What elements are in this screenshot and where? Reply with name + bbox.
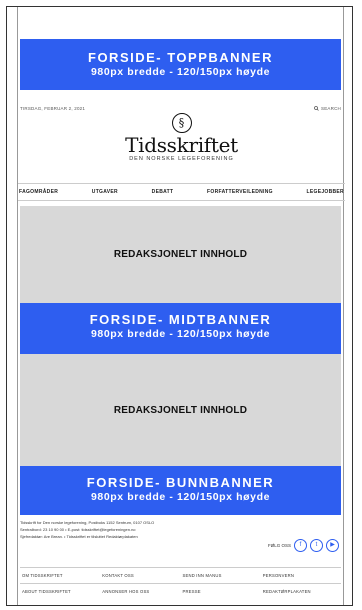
- footer-link-personvern[interactable]: PERSONVERN: [260, 567, 341, 583]
- footer-info-line: Sentralbord: 23 10 90 00 • E-post: tidss…: [20, 527, 136, 532]
- footer-link-about-tidsskriftet[interactable]: ABOUT TIDSSKRIFTET: [20, 583, 101, 599]
- header-date: TIRSDAG, FEBRUAR 2, 2021: [20, 106, 86, 111]
- page-layout: FORSIDE- TOPPBANNER 980px bredde - 120/1…: [17, 7, 345, 605]
- editorial-content-block: REDAKSJONELT INNHOLD: [20, 354, 341, 466]
- footer-info: Tidsskrift for Den norske legeforening, …: [20, 519, 240, 540]
- footer-link-annonser[interactable]: ANNONSER HOS OSS: [100, 583, 181, 599]
- nav-item-debatt[interactable]: DEBATT: [152, 189, 174, 195]
- middle-banner-size: 980px bredde - 120/150px høyde: [90, 328, 271, 340]
- search-label: SEARCH: [321, 106, 341, 111]
- editorial-content-label: REDAKSJONELT INNHOLD: [113, 249, 248, 260]
- page-frame: FORSIDE- TOPPBANNER 980px bredde - 120/1…: [6, 6, 353, 606]
- nav-item-forfatterveiledning[interactable]: FORFATTERVEILEDNING: [207, 189, 273, 195]
- nav-item-legejobber[interactable]: LEGEJOBBER: [307, 189, 344, 195]
- main-nav: FAGOMRÅDER UTGAVER DEBATT FORFATTERVEILE…: [18, 183, 345, 201]
- follow-us: FØLG OSS f t ▶: [268, 539, 339, 552]
- footer-link-kontakt-oss[interactable]: KONTAKT OSS: [100, 567, 181, 583]
- bottom-banner[interactable]: FORSIDE- BUNNBANNER 980px bredde - 120/1…: [20, 466, 341, 515]
- footer-link-presse[interactable]: PRESSE: [180, 583, 261, 599]
- footer-link-redaktorplakaten[interactable]: REDAKTØRPLAKATEN: [260, 583, 341, 599]
- footer-info-line: Tidsskrift for Den norske legeforening, …: [20, 520, 155, 525]
- youtube-icon[interactable]: ▶: [326, 539, 339, 552]
- nav-item-fagomrader[interactable]: FAGOMRÅDER: [19, 189, 58, 195]
- site-logo[interactable]: § Tidsskriftet DEN NORSKE LEGEFORENING: [18, 113, 345, 162]
- bottom-banner-size: 980px bredde - 120/150px høyde: [90, 491, 271, 503]
- nav-item-utgaver[interactable]: UTGAVER: [92, 189, 118, 195]
- search-icon: [314, 106, 319, 111]
- site-footer: Tidsskrift for Den norske legeforening, …: [20, 519, 341, 605]
- asclepius-emblem-icon: §: [171, 113, 192, 133]
- twitter-icon[interactable]: t: [310, 539, 323, 552]
- footer-links: OM TIDSSKRIFTET KONTAKT OSS SEND INN MAN…: [20, 567, 341, 599]
- bottom-banner-title: FORSIDE- BUNNBANNER: [86, 475, 275, 490]
- follow-label: FØLG OSS: [267, 543, 291, 548]
- footer-link-om-tidsskriftet[interactable]: OM TIDSSKRIFTET: [20, 567, 101, 583]
- search-link[interactable]: SEARCH: [314, 106, 341, 111]
- editorial-content-label: REDAKSJONELT INNHOLD: [113, 404, 248, 416]
- top-banner[interactable]: FORSIDE- TOPPBANNER 980px bredde - 120/1…: [20, 39, 341, 90]
- logo-subtitle: DEN NORSKE LEGEFORENING: [129, 156, 234, 162]
- facebook-icon[interactable]: f: [294, 539, 307, 552]
- middle-banner[interactable]: FORSIDE- MIDTBANNER 980px bredde - 120/1…: [20, 303, 341, 354]
- footer-link-send-inn-manus[interactable]: SEND INN MANUS: [180, 567, 261, 583]
- logo-title: Tidsskriftet: [125, 133, 238, 157]
- footer-info-line: Sjefredaktør: Are Brean. • Tidsskriftet …: [20, 534, 138, 539]
- top-banner-size: 980px bredde - 120/150px høyde: [90, 66, 271, 78]
- top-banner-title: FORSIDE- TOPPBANNER: [88, 50, 273, 65]
- middle-banner-title: FORSIDE- MIDTBANNER: [89, 312, 272, 327]
- editorial-content-block: REDAKSJONELT INNHOLD: [20, 206, 341, 303]
